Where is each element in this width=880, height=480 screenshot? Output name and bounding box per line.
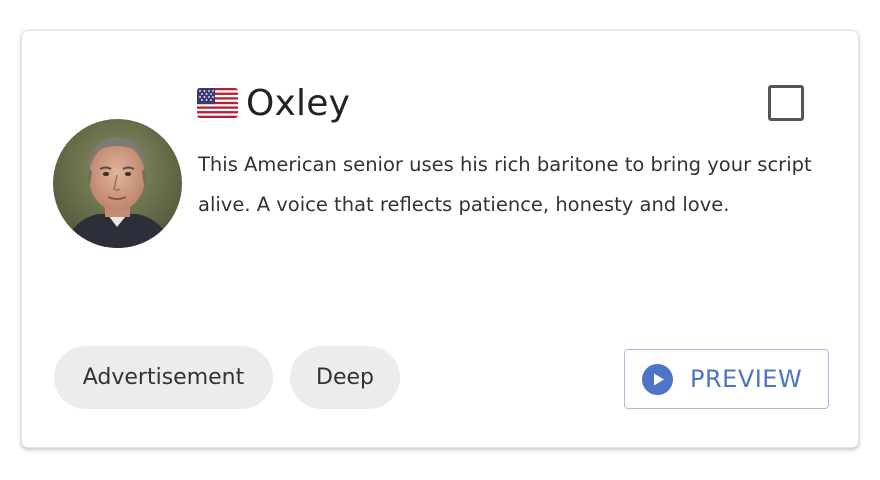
voice-card: Oxley This American senior uses his rich…: [21, 30, 859, 448]
tag-label: Advertisement: [82, 365, 245, 390]
voice-header: Oxley: [197, 79, 350, 127]
voice-name: Oxley: [246, 82, 351, 124]
tag-advertisement[interactable]: Advertisement: [54, 346, 273, 409]
us-flag-icon: [197, 88, 238, 118]
play-icon: [642, 363, 673, 395]
avatar: [53, 119, 182, 248]
preview-button[interactable]: PREVIEW: [624, 349, 829, 409]
voice-description: This American senior uses his rich barit…: [198, 153, 812, 216]
tag-deep[interactable]: Deep: [290, 346, 400, 409]
tag-label: Deep: [316, 365, 374, 390]
preview-label: PREVIEW: [690, 365, 803, 393]
select-checkbox[interactable]: [768, 85, 804, 121]
